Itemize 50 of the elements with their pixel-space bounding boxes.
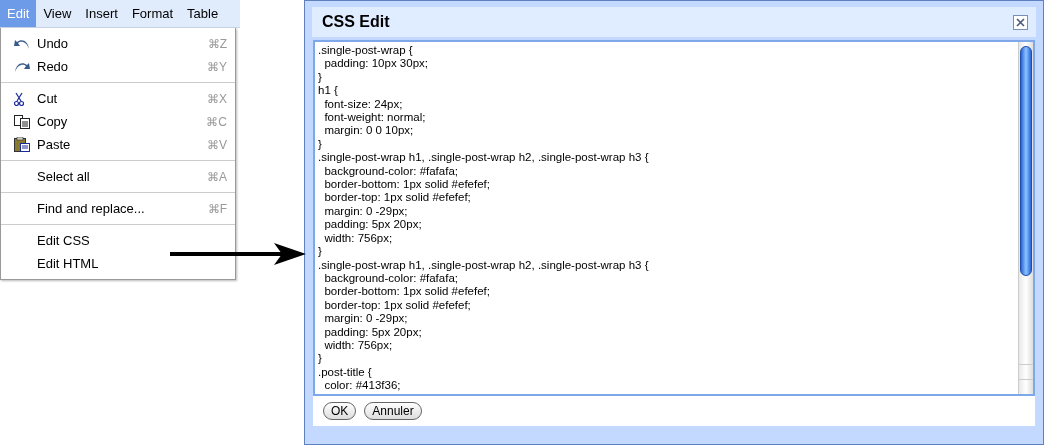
scissors-icon — [14, 91, 24, 106]
menu-item[interactable]: Redo ⌘Y — [1, 55, 235, 78]
menu-item[interactable]: Edit CSS — [1, 229, 235, 252]
code-line: width: 756px; — [323, 231, 394, 246]
undo-icon — [14, 37, 30, 50]
code-line: .post-title { — [318, 365, 373, 380]
clipboard-icon — [14, 137, 30, 152]
close-icon[interactable] — [1013, 14, 1028, 30]
code-line: font-weight: normal; — [323, 111, 427, 125]
code-line: } — [318, 352, 323, 366]
code-line: border-bottom: 1px solid #efefef; — [323, 285, 491, 299]
menu-tab[interactable]: View — [36, 0, 79, 27]
menu-item[interactable]: Select all ⌘A — [1, 165, 235, 188]
code-line: } — [318, 70, 323, 85]
code-line: padding: 5px 20px; — [323, 218, 423, 232]
code-line: background-color: #fafafa; — [323, 164, 459, 179]
code-line: background-color: #fafafa; — [323, 271, 459, 286]
code-line: margin: 0 -29px; — [323, 204, 409, 219]
dialog-button[interactable]: OK — [323, 402, 357, 420]
menu-tab[interactable]: Table — [180, 0, 226, 27]
menu-item[interactable]: Edit HTML — [1, 252, 235, 275]
code-line: } — [318, 137, 323, 152]
code-line: border-top: 1px solid #efefef; — [323, 191, 472, 205]
code-line: } — [318, 245, 323, 259]
code-line: color: #413f36; — [323, 379, 402, 393]
menu-item[interactable]: Cut ⌘X — [1, 87, 235, 110]
code-line: width: 756px; — [323, 338, 394, 353]
code-editor[interactable] — [313, 40, 1035, 396]
dialog-button[interactable]: Annuler — [364, 402, 422, 420]
code-line: margin: 0 0 10px; — [323, 124, 415, 138]
menu-item[interactable]: Find and replace... ⌘F — [1, 197, 235, 220]
code-line: padding: 10px 30px; — [323, 57, 429, 71]
menu-tab[interactable]: Format — [124, 0, 181, 27]
code-line: border-bottom: 1px solid #efefef; — [323, 178, 491, 192]
code-line: margin: 0 -29px; — [323, 312, 409, 326]
code-line: .single-post-wrap h1, .single-post-wrap h2, .single-post-wrap h3 { — [318, 258, 650, 272]
menu-tab[interactable]: Insert — [78, 0, 125, 27]
code-line: padding: 5px 20px; — [323, 325, 423, 339]
menu-item[interactable]: Copy ⌘C — [1, 110, 235, 133]
menu-item[interactable]: Paste ⌘V — [1, 133, 235, 156]
copy-icon — [14, 114, 30, 129]
code-line: border-top: 1px solid #efefef; — [323, 298, 472, 313]
code-line: h1 { — [318, 84, 339, 98]
dialog-title: CSS Edit — [322, 13, 390, 31]
scrollbar[interactable] — [1018, 42, 1033, 394]
menu-item[interactable]: Undo ⌘Z — [1, 32, 235, 55]
code-line: .single-post-wrap h1, .single-post-wrap h2, .single-post-wrap h3 { — [318, 151, 650, 165]
code-line: font-size: 24px; — [323, 97, 404, 112]
redo-icon — [14, 60, 30, 73]
code-line: .single-post-wrap { — [318, 44, 414, 58]
